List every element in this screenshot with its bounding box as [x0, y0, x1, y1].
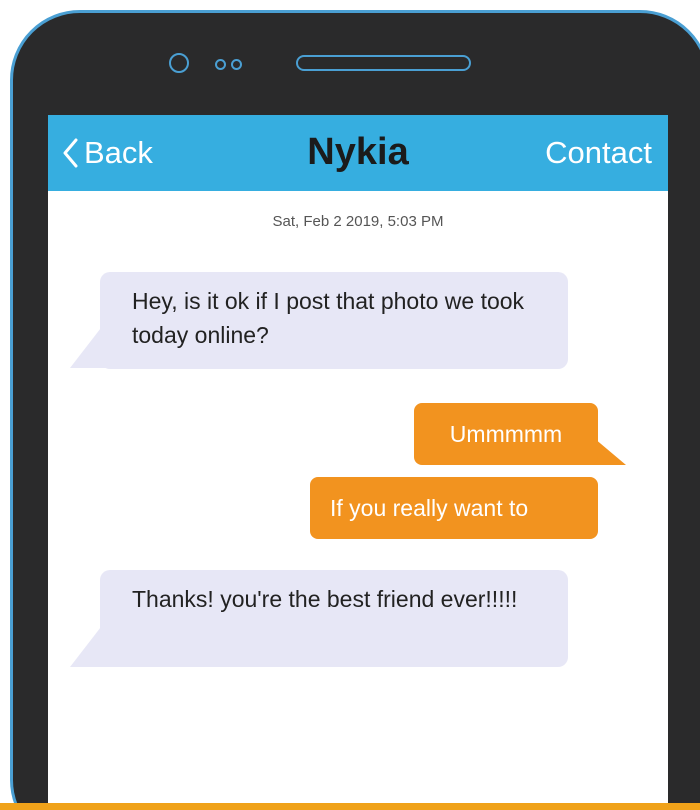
phone-screen: Back Nykia Contact Sat, Feb 2 2019, 5:03… — [48, 115, 668, 810]
bottom-accent-bar — [0, 803, 700, 810]
sensor-icon — [231, 59, 242, 70]
outgoing-message-bubble: Ummmmm — [414, 403, 598, 465]
front-camera-icon — [169, 53, 189, 73]
incoming-message-bubble: Thanks! you're the best friend ever!!!!! — [100, 570, 568, 667]
incoming-message-bubble: Hey, is it ok if I post that photo we to… — [100, 272, 568, 369]
sensor-icon — [215, 59, 226, 70]
chat-header: Back Nykia Contact — [48, 115, 668, 191]
outgoing-message-bubble: If you really want to — [310, 477, 598, 539]
message-timestamp: Sat, Feb 2 2019, 5:03 PM — [272, 213, 444, 230]
contact-button[interactable]: Contact — [545, 135, 652, 171]
earpiece-speaker-icon — [296, 55, 471, 71]
